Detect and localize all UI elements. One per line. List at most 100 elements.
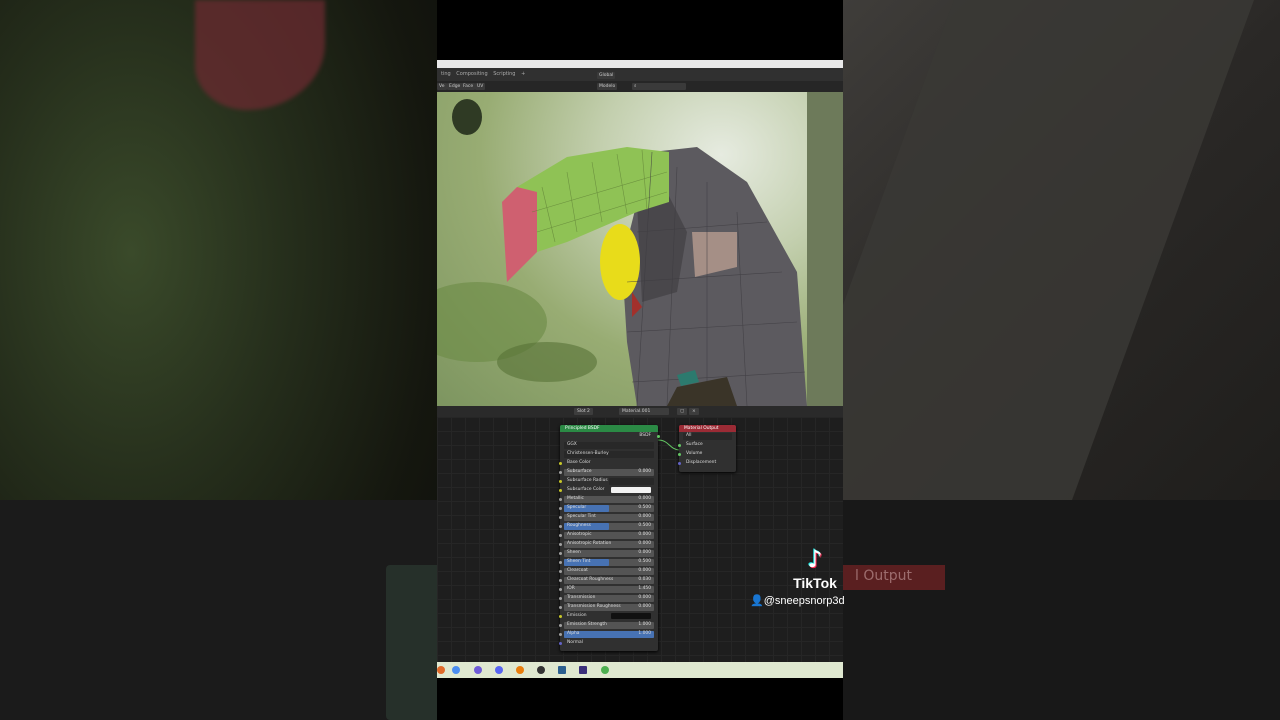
surface-socket[interactable]	[678, 444, 681, 447]
bsdf-input-row[interactable]: Sheen 0.000	[559, 549, 654, 558]
material-browse-button[interactable]: ▢	[677, 408, 688, 415]
input-value: 0.500	[638, 523, 651, 528]
workspace-tab[interactable]: ting	[441, 71, 451, 77]
bsdf-input-row[interactable]: Transmission Roughness 0.000	[559, 603, 654, 612]
distribution-dropdown[interactable]	[564, 442, 654, 449]
tiktok-watermark: ♪ TikTok	[790, 545, 840, 591]
bsdf-input-row[interactable]: Emission Strength 1.000	[559, 621, 654, 630]
chrome-icon[interactable]	[452, 666, 460, 674]
search-field[interactable]: ⌕	[632, 83, 686, 90]
shader-node-editor[interactable]: Principled BSDF BSDF GGX Christensen-Bur…	[437, 417, 843, 662]
material-unlink-button[interactable]: ×	[689, 408, 699, 415]
tiktok-logo-icon: ♪	[807, 545, 823, 573]
bsdf-input-row[interactable]: Base Color	[559, 459, 654, 468]
input-label: Transmission Roughness	[567, 604, 621, 609]
search-icon: ⌕	[634, 84, 637, 89]
3d-viewport[interactable]	[437, 92, 843, 406]
input-label: Transmission	[567, 595, 596, 600]
chrome-icon[interactable]	[601, 666, 609, 674]
input-socket[interactable]	[559, 633, 562, 636]
input-socket[interactable]	[559, 615, 562, 618]
input-value: 0.000	[638, 541, 651, 546]
displacement-socket[interactable]	[678, 462, 681, 465]
input-socket[interactable]	[559, 552, 562, 555]
input-socket[interactable]	[559, 462, 562, 465]
app-icon[interactable]	[537, 666, 545, 674]
input-socket[interactable]	[559, 498, 562, 501]
input-socket[interactable]	[559, 489, 562, 492]
input-socket[interactable]	[559, 525, 562, 528]
workspace-tab-scripting[interactable]: Scripting	[493, 71, 515, 77]
input-value: 0.000	[638, 568, 651, 573]
discord-icon[interactable]	[495, 666, 503, 674]
app-icon[interactable]	[437, 666, 445, 674]
input-socket[interactable]	[559, 516, 562, 519]
select-mode-face[interactable]: Face	[461, 83, 476, 90]
input-value: 0.000	[638, 532, 651, 537]
input-label: Emission	[567, 613, 587, 618]
input-value: 0.000	[638, 514, 651, 519]
input-socket[interactable]	[559, 606, 562, 609]
input-value: 0.000	[638, 604, 651, 609]
tiktok-wordmark: TikTok	[793, 575, 837, 591]
user-icon: 👤	[750, 595, 764, 607]
bsdf-input-row[interactable]: Specular Tint 0.000	[559, 513, 654, 522]
material-name-field[interactable]: Material.001	[619, 408, 669, 415]
bsdf-input-row[interactable]: Clearcoat 0.000	[559, 567, 654, 576]
color-swatch[interactable]	[611, 613, 651, 619]
input-socket[interactable]	[559, 534, 562, 537]
blender-icon[interactable]	[516, 666, 524, 674]
input-label: Metallic	[567, 496, 584, 501]
select-mode-vertex[interactable]: Ve	[437, 83, 447, 90]
add-workspace-button[interactable]: +	[521, 71, 525, 77]
material-output-node[interactable]: Material Output All Surface Volume Displ…	[678, 425, 736, 472]
bsdf-input-row[interactable]: Sheen Tint 0.500	[559, 558, 654, 567]
node-title: Material Output	[679, 425, 736, 432]
bsdf-input-row[interactable]: Emission	[559, 612, 654, 621]
bsdf-input-row[interactable]: Normal	[559, 639, 654, 648]
bsdf-input-row[interactable]: Transmission 0.000	[559, 594, 654, 603]
bsdf-input-row[interactable]: Subsurface Color	[559, 486, 654, 495]
discord-icon[interactable]	[474, 666, 482, 674]
node-editor-header: Slot 2 Material.001 ▢ ×	[437, 406, 843, 417]
input-socket[interactable]	[559, 642, 562, 645]
input-label: IOR	[567, 586, 575, 591]
bsdf-input-row[interactable]: Roughness 0.500	[559, 522, 654, 531]
input-socket[interactable]	[559, 561, 562, 564]
bsdf-input-row[interactable]: Subsurface Radius	[559, 477, 654, 486]
slot-dropdown[interactable]: Slot 2	[574, 408, 593, 415]
input-socket[interactable]	[559, 471, 562, 474]
bsdf-input-row[interactable]: Clearcoat Roughness 0.030	[559, 576, 654, 585]
bsdf-input-row[interactable]: Anisotropic 0.000	[559, 531, 654, 540]
orientation-dropdown[interactable]: Global	[597, 72, 616, 79]
input-socket[interactable]	[559, 588, 562, 591]
input-socket[interactable]	[559, 543, 562, 546]
after-effects-icon[interactable]	[579, 666, 587, 674]
bsdf-input-row[interactable]: Anisotropic Rotation 0.000	[559, 540, 654, 549]
color-swatch[interactable]	[611, 487, 651, 493]
select-mode-uv[interactable]: UV	[475, 83, 486, 90]
principled-bsdf-node[interactable]: Principled BSDF BSDF GGX Christensen-Bur…	[559, 425, 660, 651]
output-socket[interactable]	[657, 435, 660, 438]
blurred-output-label: l Output	[855, 568, 912, 584]
input-label: Emission Strength	[567, 622, 607, 627]
bsdf-input-row[interactable]: Alpha 1.000	[559, 630, 654, 639]
bsdf-input-row[interactable]: Specular 0.500	[559, 504, 654, 513]
photoshop-icon[interactable]	[558, 666, 566, 674]
input-socket[interactable]	[559, 507, 562, 510]
input-socket[interactable]	[559, 579, 562, 582]
input-socket[interactable]	[559, 480, 562, 483]
close-icon: ×	[692, 409, 696, 414]
pivot-dropdown[interactable]: Modelo	[597, 83, 618, 90]
background-right-blur: l Output	[772, 0, 1280, 720]
workspace-tab-compositing[interactable]: Compositing	[456, 71, 487, 77]
input-socket[interactable]	[559, 570, 562, 573]
radius-dropdown[interactable]	[609, 478, 654, 485]
input-socket[interactable]	[559, 597, 562, 600]
input-socket[interactable]	[559, 624, 562, 627]
node-title: Principled BSDF	[560, 425, 658, 432]
bsdf-input-row[interactable]: IOR 1.450	[559, 585, 654, 594]
volume-socket[interactable]	[678, 453, 681, 456]
bsdf-input-row[interactable]: Subsurface 0.000	[559, 468, 654, 477]
bsdf-input-row[interactable]: Metallic 0.000	[559, 495, 654, 504]
